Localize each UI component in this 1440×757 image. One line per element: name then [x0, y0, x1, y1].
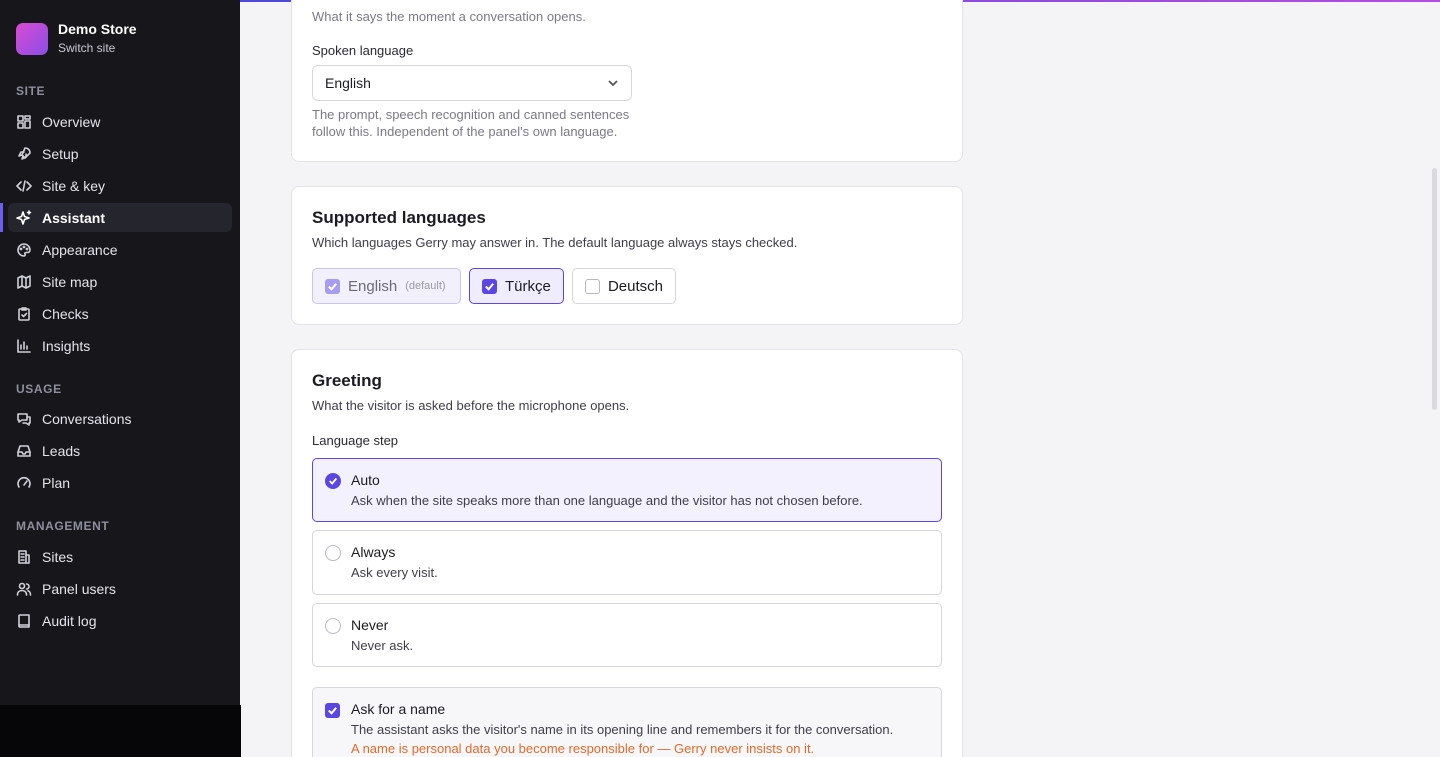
sidebar-item-label: Appearance [42, 241, 118, 258]
language-step-option-always[interactable]: Always Ask every visit. [312, 530, 942, 595]
sidebar-item-label: Checks [42, 305, 89, 322]
language-label: Deutsch [607, 277, 663, 295]
sidebar-item-sites[interactable]: Sites [8, 542, 232, 571]
sidebar-item-label: Site & key [42, 177, 106, 194]
ask-name-title: Ask for a name [351, 701, 446, 717]
spoken-language-value: English [325, 75, 371, 91]
checkbox-empty-icon [585, 278, 600, 294]
sidebar-item-insights[interactable]: Insights [8, 331, 232, 360]
active-indicator [0, 203, 3, 232]
supported-languages-description: Which languages Gerry may answer in. The… [312, 235, 798, 250]
section-label-usage: USAGE [16, 382, 62, 396]
spoken-language-help-1: The prompt, speech recognition and canne… [312, 107, 630, 122]
scrollbar-thumb[interactable] [1432, 168, 1437, 410]
sidebar-item-assistant[interactable]: Assistant [8, 203, 232, 232]
option-description: Ask every visit. [351, 565, 438, 580]
greeting-title: Greeting [312, 371, 382, 390]
checkbox-checked-icon [325, 278, 340, 294]
code-icon [16, 178, 32, 194]
option-description: Ask when the site speaks more than one l… [351, 493, 863, 508]
sidebar-item-label: Setup [42, 145, 79, 162]
language-step-option-never[interactable]: Never Never ask. [312, 603, 942, 667]
option-title: Never [351, 617, 389, 633]
sidebar-item-site-map[interactable]: Site map [8, 267, 232, 296]
section-label-site: SITE [16, 84, 46, 98]
greeting-description: What the visitor is asked before the mic… [312, 398, 630, 413]
language-label: Türkçe [505, 277, 551, 295]
opening-line-hint: What it says the moment a conversation o… [312, 9, 586, 24]
ask-name-option[interactable]: Ask for a name The assistant asks the vi… [312, 687, 942, 757]
sidebar-item-label: Plan [42, 474, 71, 491]
sidebar-item-overview[interactable]: Overview [8, 107, 232, 136]
building-icon [16, 549, 32, 565]
sidebar-item-plan[interactable]: Plan [8, 468, 232, 497]
sidebar-item-label: Audit log [42, 612, 97, 629]
sidebar-item-label: Panel users [42, 580, 116, 597]
clipboard-check-icon [16, 306, 32, 322]
radio-empty-icon [325, 545, 341, 561]
site-logo [16, 22, 48, 55]
option-title: Auto [351, 472, 380, 488]
sidebar-item-label: Sites [42, 548, 74, 565]
section-label-management: MANAGEMENT [16, 519, 110, 533]
site-switcher[interactable]: Demo Store Switch site [16, 21, 137, 56]
checkbox-checked-icon [482, 278, 497, 294]
switch-site-link[interactable]: Switch site [58, 40, 137, 56]
chevron-down-icon [608, 80, 618, 87]
users-icon [16, 581, 32, 597]
radio-empty-icon [325, 618, 341, 634]
rocket-icon [16, 146, 32, 162]
option-title: Always [351, 544, 396, 560]
language-label: English [348, 277, 398, 295]
sidebar-item-appearance[interactable]: Appearance [8, 235, 232, 264]
language-chip-english[interactable]: English (default) [312, 268, 461, 304]
supported-languages-title: Supported languages [312, 208, 486, 227]
language-step-option-auto[interactable]: Auto Ask when the site speaks more than … [312, 458, 942, 522]
book-icon [16, 613, 32, 629]
sidebar-item-setup[interactable]: Setup [8, 139, 232, 168]
option-description: Never ask. [351, 638, 414, 653]
sidebar-item-audit-log[interactable]: Audit log [8, 606, 232, 635]
checkbox-checked-icon[interactable] [325, 703, 340, 718]
sidebar-item-checks[interactable]: Checks [8, 299, 232, 328]
chat-icon [16, 411, 32, 427]
language-chip-german[interactable]: Deutsch [572, 268, 676, 304]
inbox-icon [16, 443, 32, 459]
map-icon [16, 274, 32, 290]
ask-name-description: The assistant asks the visitor's name in… [351, 722, 894, 737]
spoken-language-select[interactable]: English [312, 65, 632, 101]
sidebar-item-label: Conversations [42, 410, 132, 427]
sidebar-item-label: Insights [42, 337, 91, 354]
ask-name-warning: A name is personal data you become respo… [351, 741, 815, 756]
gauge-icon [16, 475, 32, 491]
grid-icon [16, 114, 32, 130]
sidebar-item-label: Leads [42, 442, 81, 459]
supported-languages-card [291, 186, 963, 325]
sidebar: Demo Store Switch site SITE Overview Set… [0, 0, 240, 705]
sparkle-icon [16, 209, 32, 226]
sidebar-item-conversations[interactable]: Conversations [8, 404, 232, 433]
sidebar-item-leads[interactable]: Leads [8, 436, 232, 465]
sidebar-item-label: Assistant [42, 209, 106, 226]
sidebar-item-label: Overview [42, 113, 101, 130]
sidebar-item-label: Site map [42, 273, 98, 290]
language-step-label: Language step [312, 433, 399, 448]
spoken-language-help-2: follow this. Independent of the panel's … [312, 124, 618, 139]
spoken-language-label: Spoken language [312, 43, 414, 58]
sidebar-item-panel-users[interactable]: Panel users [8, 574, 232, 603]
sidebar-footer [0, 705, 241, 757]
bar-chart-icon [16, 338, 32, 354]
sidebar-item-site-key[interactable]: Site & key [8, 171, 232, 200]
site-name: Demo Store [58, 21, 137, 37]
radio-selected-icon [325, 473, 341, 489]
default-tag: (default) [405, 280, 446, 292]
language-chip-turkish[interactable]: Türkçe [469, 268, 564, 304]
palette-icon [16, 242, 32, 258]
